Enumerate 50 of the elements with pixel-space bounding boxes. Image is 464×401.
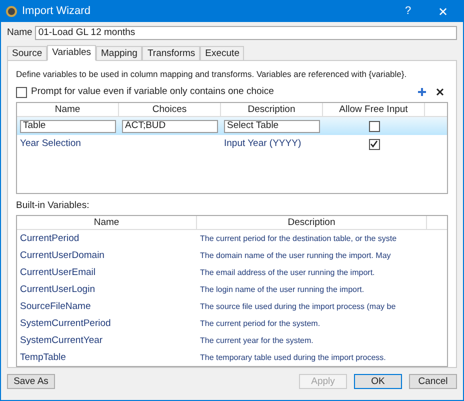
delete-icon[interactable]: [436, 88, 444, 96]
column-header[interactable]: Description: [197, 216, 427, 230]
add-icon[interactable]: [418, 88, 426, 96]
column-header[interactable]: Allow Free Input: [323, 103, 425, 116]
tab[interactable]: Transforms: [142, 46, 200, 60]
table-cell: CurrentUserEmail: [20, 266, 96, 278]
tab[interactable]: Variables: [47, 45, 96, 62]
table-cell: SystemCurrentPeriod: [20, 318, 111, 329]
table-cell: The current period for the system.: [200, 318, 320, 328]
close-button[interactable]: ✕: [428, 2, 458, 20]
column-header[interactable]: Name: [17, 216, 197, 230]
checkbox[interactable]: [368, 120, 380, 132]
column-header[interactable]: Description: [221, 103, 323, 116]
prompt-label: Prompt for value even if variable only contains one choice: [31, 85, 275, 99]
table-cell: The current year for the system.: [200, 336, 314, 345]
table-cell: The current period for the destination table, or the syste: [200, 234, 397, 243]
table-cell: The source file used during the import process (may be: [200, 302, 396, 311]
table-cell: The domain name of the user running the import. May: [200, 250, 391, 260]
table-cell: Input Year (YYYY): [224, 138, 302, 150]
table-cell: The temporary table used during the import process.: [200, 352, 386, 362]
table-cell: The login name of the user running the import.: [200, 284, 364, 294]
cell-input[interactable]: ACT;BUD: [122, 120, 218, 133]
dialog-button[interactable]: Cancel: [409, 374, 457, 390]
tab[interactable]: Mapping: [96, 46, 142, 60]
tab[interactable]: Execute: [200, 46, 244, 60]
app-logo-icon: [6, 6, 17, 17]
window-title: Import Wizard: [22, 4, 92, 20]
table-cell: CurrentPeriod: [20, 232, 80, 244]
table-cell: CurrentUserDomain: [20, 250, 104, 261]
intro-text: Define variables to be used in column mapping and transforms. Variables are referenced with {variable}.: [16, 68, 408, 81]
table-cell: SourceFileName: [20, 300, 91, 312]
checkmark-icon: [370, 140, 378, 148]
builtin-label: Built-in Variables:: [16, 199, 90, 213]
table-cell: Year Selection: [20, 138, 81, 150]
dialog-button[interactable]: Save As: [7, 374, 55, 390]
name-label: Name: [7, 26, 32, 40]
column-header[interactable]: Choices: [119, 103, 221, 116]
column-header[interactable]: Name: [17, 103, 119, 116]
name-field[interactable]: 01-Load GL 12 months: [35, 26, 457, 40]
checkbox[interactable]: [368, 138, 380, 150]
table-cell: CurrentUserLogin: [20, 284, 95, 295]
dialog-button[interactable]: OK: [354, 374, 402, 390]
cell-input[interactable]: Select Table: [224, 120, 320, 133]
cell-input[interactable]: Table: [20, 120, 116, 133]
checkbox[interactable]: [16, 86, 27, 98]
table-cell: SystemCurrentYear: [20, 334, 103, 346]
table-cell: TempTable: [20, 352, 66, 363]
tab[interactable]: Source: [7, 46, 48, 60]
help-button[interactable]: ?: [393, 3, 423, 20]
table-cell: The email address of the user running the import.: [200, 268, 375, 277]
